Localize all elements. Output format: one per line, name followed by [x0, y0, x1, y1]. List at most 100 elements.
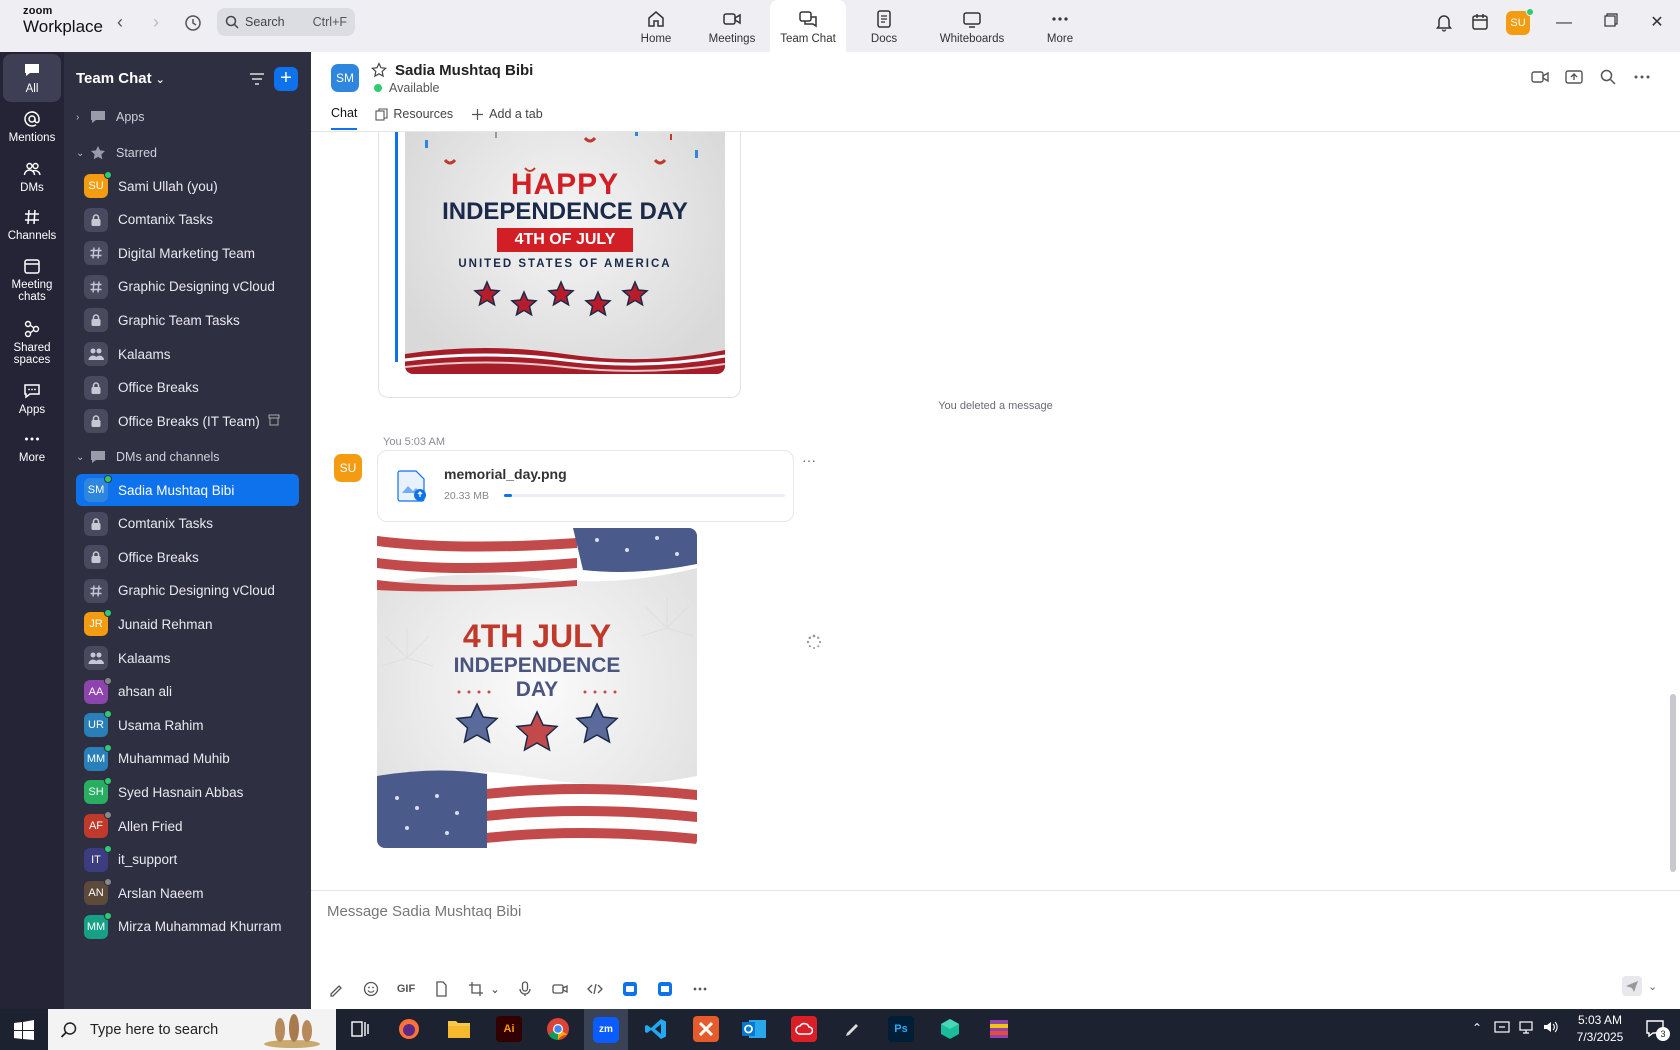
sidebar-item[interactable]: Kalaams [76, 338, 299, 370]
video-call-icon[interactable] [1531, 68, 1549, 89]
sidebar-item[interactable]: UR Usama Rahim [76, 709, 299, 741]
gif-icon[interactable]: GIF [395, 978, 417, 1000]
creative-cloud-icon[interactable] [791, 1016, 817, 1042]
tab-add[interactable]: Add a tab [471, 106, 543, 130]
rail-more[interactable]: More [3, 430, 61, 464]
emoji-icon[interactable] [360, 978, 382, 1000]
photoshop-icon[interactable]: Ps [888, 1016, 914, 1042]
sidebar-item[interactable]: SU Sami Ullah (you) [76, 170, 299, 202]
sidebar-item[interactable]: Comtanix Tasks [76, 204, 299, 236]
file-explorer-icon[interactable] [446, 1016, 472, 1042]
format-icon[interactable] [325, 978, 347, 1000]
volume-icon[interactable] [1542, 1019, 1558, 1038]
sidebar-item[interactable]: Comtanix Tasks [76, 508, 299, 540]
calendar-icon[interactable] [1470, 12, 1490, 35]
tab-whiteboards[interactable]: Whiteboards [922, 0, 1022, 52]
rail-meeting-chats[interactable]: Meeting chats [3, 257, 61, 303]
file-icon[interactable] [430, 978, 452, 1000]
code-snippet-icon[interactable] [584, 978, 606, 1000]
section-dms-channels[interactable]: ⌄ DMs and channels [76, 441, 299, 473]
sender-avatar[interactable]: SU [334, 454, 362, 482]
contact-avatar[interactable]: SM [331, 64, 359, 92]
firefox-icon[interactable] [396, 1016, 422, 1042]
sidebar-item[interactable]: AN Arslan Naeem [76, 877, 299, 909]
user-avatar[interactable]: SU [1506, 8, 1534, 35]
notification-center-icon[interactable]: 3 [1644, 1017, 1670, 1041]
app-blue-icon[interactable] [619, 978, 641, 1000]
sidebar-item[interactable]: SM Sadia Mushtaq Bibi [76, 474, 299, 506]
sidebar-item[interactable]: SH Syed Hasnain Abbas [76, 776, 299, 808]
section-starred[interactable]: ⌄ Starred [76, 137, 299, 169]
screenshot-icon[interactable] [465, 978, 487, 1000]
task-view-icon[interactable] [347, 1016, 373, 1042]
message-list[interactable]: HAPPY INDEPENDENCE DAY 4TH OF JULY UNITE… [311, 132, 1680, 890]
xampp-icon[interactable] [693, 1016, 719, 1042]
rail-dms[interactable]: DMs [3, 160, 61, 194]
video-message-icon[interactable] [549, 978, 571, 1000]
rail-channels[interactable]: Channels [3, 208, 61, 242]
illustrator-icon[interactable]: Ai [496, 1016, 522, 1042]
network-icon[interactable] [1518, 1019, 1534, 1038]
add-button[interactable]: + [274, 67, 298, 91]
sidebar-item[interactable]: Kalaams [76, 642, 299, 674]
sidebar-item[interactable]: MM Muhammad Muhib [76, 743, 299, 775]
independence-day-image[interactable]: HAPPY INDEPENDENCE DAY 4TH OF JULY UNITE… [405, 132, 725, 374]
system-clock[interactable]: 5:03 AM 7/3/2025 [1562, 1012, 1638, 1046]
sidebar-item[interactable]: AA ahsan ali [76, 676, 299, 708]
more-options-icon[interactable] [1633, 68, 1651, 89]
file-attachment[interactable]: memorial_day.png 20.33 MB [377, 450, 794, 522]
tab-docs[interactable]: Docs [846, 0, 922, 52]
vscode-icon[interactable] [643, 1016, 669, 1042]
more-icon[interactable] [689, 978, 711, 1000]
tab-resources[interactable]: Resources [375, 106, 453, 130]
sidebar-item[interactable]: Graphic Designing vCloud [76, 271, 299, 303]
tab-more[interactable]: More [1022, 0, 1098, 52]
sidebar-item[interactable]: JR Junaid Rehman [76, 608, 299, 640]
sidebar-item[interactable]: Graphic Team Tasks [76, 304, 299, 336]
zoom-taskbar-icon[interactable]: zm [584, 1009, 628, 1050]
sidebar-item[interactable]: MM Mirza Muhammad Khurram [76, 911, 299, 943]
windows-start-icon[interactable] [14, 1020, 34, 1040]
sidebar-item[interactable]: IT it_support [76, 844, 299, 876]
sidebar-title[interactable]: Team Chat ⌄ [76, 70, 165, 87]
rail-all[interactable]: All [3, 54, 61, 102]
tab-meetings[interactable]: Meetings [694, 0, 770, 52]
taskbar-search[interactable]: Type here to search [48, 1009, 336, 1050]
microphone-icon[interactable] [514, 978, 536, 1000]
search-icon[interactable] [1599, 68, 1617, 89]
tab-chat[interactable]: Chat [331, 106, 358, 130]
chrome-icon[interactable] [545, 1016, 571, 1042]
sidebar-item[interactable]: AF Allen Fried [76, 810, 299, 842]
tab-team-chat[interactable]: Team Chat [770, 0, 846, 52]
contact-name[interactable]: Sadia Mushtaq Bibi [395, 62, 533, 79]
rail-shared-spaces[interactable]: Shared spaces [3, 320, 61, 366]
section-apps[interactable]: › Apps [76, 101, 299, 133]
sidebar-item[interactable]: Digital Marketing Team [76, 237, 299, 269]
chevron-up-icon[interactable]: ⌃ [1472, 1021, 1482, 1035]
clips-icon[interactable] [654, 978, 676, 1000]
share-screen-icon[interactable] [1565, 68, 1583, 89]
sidebar-item[interactable]: Office Breaks [76, 372, 299, 404]
file-name[interactable]: memorial_day.png [444, 466, 567, 482]
minimize-icon[interactable]: — [1553, 12, 1575, 34]
message-more-icon[interactable]: ··· [802, 452, 816, 468]
chevron-down-icon[interactable]: ⌄ [1648, 980, 1657, 993]
rail-apps[interactable]: Apps [3, 382, 61, 416]
tray-device-icon[interactable] [1494, 1019, 1510, 1038]
pen-tool-icon[interactable] [840, 1016, 866, 1042]
memorial-day-image[interactable]: 4TH JULY INDEPENDENCE DAY [377, 528, 697, 848]
message-input[interactable] [327, 896, 1227, 926]
send-button[interactable]: ⌄ [1622, 976, 1657, 996]
star-icon[interactable] [371, 62, 387, 81]
tab-home[interactable]: Home [618, 0, 694, 52]
bell-icon[interactable] [1434, 12, 1454, 35]
filter-icon[interactable] [246, 68, 268, 90]
forward-arrow-icon[interactable]: › [146, 13, 166, 33]
search-input[interactable]: Search Ctrl+F [217, 8, 355, 36]
sidebar-item[interactable]: Office Breaks [76, 541, 299, 573]
close-icon[interactable]: ✕ [1646, 12, 1668, 34]
outlook-icon[interactable] [741, 1016, 767, 1042]
teal-app-icon[interactable] [937, 1016, 963, 1042]
winrar-icon[interactable] [986, 1016, 1012, 1042]
history-icon[interactable] [182, 12, 204, 34]
